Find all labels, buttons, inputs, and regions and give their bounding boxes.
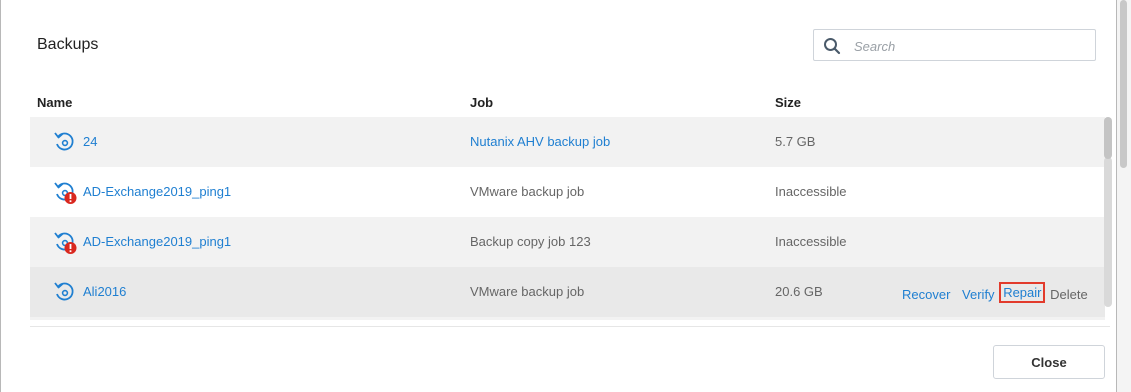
row-actions: Recover Verify Repair Delete <box>902 282 1088 305</box>
table-row[interactable]: Ali2016 VMware backup job 20.6 GB Recove… <box>30 267 1105 317</box>
table-row[interactable]: AD-Exchange2019_ping1 VMware backup job … <box>30 167 1105 217</box>
page-scrollbar[interactable] <box>1117 0 1131 392</box>
restore-point-error-icon <box>54 232 77 254</box>
table-row <box>30 317 1105 320</box>
backups-table: 24 Nutanix AHV backup job 5.7 GB AD-Exch… <box>30 117 1105 320</box>
search-box[interactable] <box>813 29 1096 61</box>
column-header-name[interactable]: Name <box>37 95 72 110</box>
table-row[interactable]: AD-Exchange2019_ping1 Backup copy job 12… <box>30 217 1105 267</box>
column-header-size[interactable]: Size <box>775 95 801 110</box>
repair-link[interactable]: Repair <box>999 282 1046 303</box>
column-header-job[interactable]: Job <box>470 95 493 110</box>
footer-divider <box>30 326 1110 327</box>
backup-name-link[interactable]: AD-Exchange2019_ping1 <box>83 234 231 249</box>
backup-name-link[interactable]: AD-Exchange2019_ping1 <box>83 184 231 199</box>
restore-point-icon <box>54 282 74 301</box>
job-name: VMware backup job <box>470 284 585 299</box>
backups-dialog: Backups Name Job Size 24 Nutanix AHV bac… <box>0 0 1117 392</box>
table-scrollbar-thumb[interactable] <box>1104 117 1112 159</box>
job-name: Backup copy job 123 <box>470 234 591 249</box>
close-button[interactable]: Close <box>993 345 1105 379</box>
backup-name-link[interactable]: Ali2016 <box>83 284 126 299</box>
job-name: VMware backup job <box>470 184 585 199</box>
backup-size: Inaccessible <box>775 234 847 249</box>
table-row[interactable]: 24 Nutanix AHV backup job 5.7 GB <box>30 117 1105 167</box>
recover-link[interactable]: Recover <box>902 287 950 302</box>
backup-name-link[interactable]: 24 <box>83 134 97 149</box>
search-input[interactable] <box>852 34 1086 58</box>
page-scrollbar-thumb[interactable] <box>1120 0 1127 168</box>
dialog-title: Backups <box>37 36 99 53</box>
table-scrollbar-track <box>1104 157 1112 307</box>
backup-size: 5.7 GB <box>775 134 816 149</box>
backup-size: Inaccessible <box>775 184 847 199</box>
delete-link[interactable]: Delete <box>1050 287 1088 302</box>
job-link[interactable]: Nutanix AHV backup job <box>470 134 610 149</box>
search-icon <box>824 38 841 55</box>
backup-size: 20.6 GB <box>775 284 823 299</box>
restore-point-error-icon <box>54 182 77 204</box>
verify-link[interactable]: Verify <box>962 287 995 302</box>
restore-point-icon <box>54 132 74 151</box>
table-scrollbar[interactable] <box>1102 117 1114 325</box>
